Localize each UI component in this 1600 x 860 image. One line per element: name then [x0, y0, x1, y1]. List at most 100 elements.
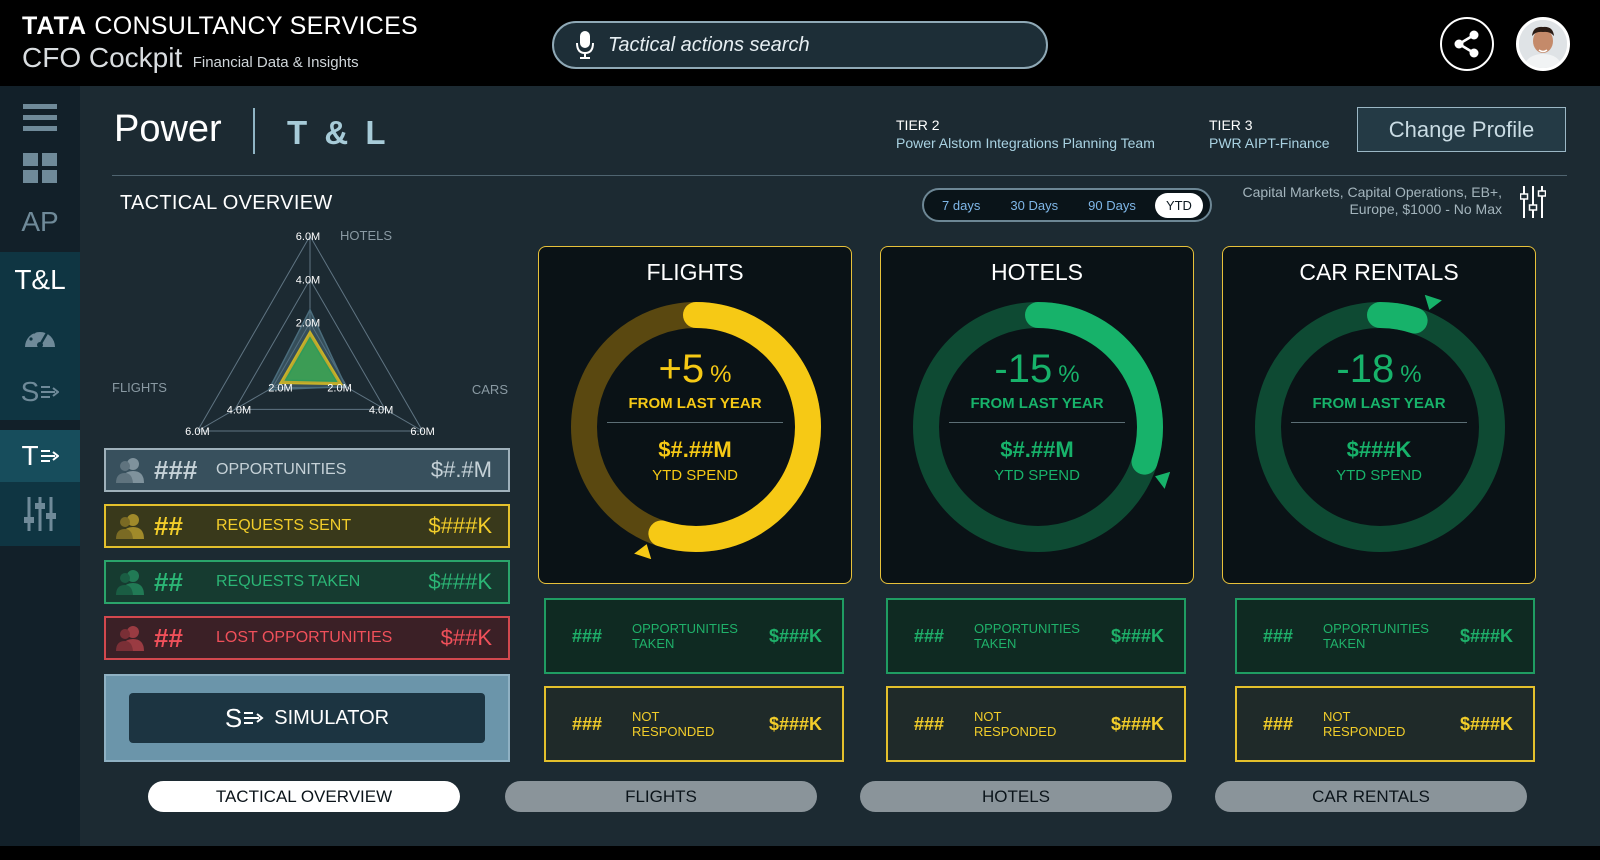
mini-label: NOT RESPONDED: [632, 709, 769, 739]
gauge-rule: [1291, 422, 1467, 423]
page-subtitle: T & L: [287, 114, 390, 151]
radar-label: FLIGHTS: [112, 380, 167, 395]
mini-label: OPPORTUNITIES TAKEN: [632, 621, 769, 651]
car-rentals-opportunities-taken[interactable]: ### OPPORTUNITIES TAKEN $###K: [1235, 598, 1535, 674]
card-flights[interactable]: FLIGHTS +5% FROM LAST YEAR $#.##M YTD SP…: [538, 246, 852, 584]
sidebar-item-ap[interactable]: AP: [0, 198, 80, 246]
tab-car-rentals[interactable]: CAR RENTALS: [1215, 781, 1527, 812]
mini-count: ###: [572, 625, 603, 646]
from-last-year: FROM LAST YEAR: [1312, 395, 1446, 412]
filter-sliders-icon[interactable]: [1520, 186, 1546, 218]
tier3-label: TIER 3: [1209, 117, 1253, 133]
main-panel: Power T & L TIER 2 Power Alstom Integrat…: [80, 86, 1600, 846]
user-icon: [116, 569, 148, 595]
sidebar-item-dashboard[interactable]: [0, 146, 80, 190]
simulator-panel: S SIMULATOR: [104, 674, 510, 762]
mini-label-line-1: NOT: [632, 709, 660, 724]
range-7-days[interactable]: 7 days: [931, 193, 991, 218]
ytd-spend-value: $###K: [1346, 437, 1412, 462]
mini-label-line-2: TAKEN: [632, 636, 675, 651]
tab-tactical-overview[interactable]: TACTICAL OVERVIEW: [148, 781, 460, 812]
range-90-days[interactable]: 90 Days: [1077, 193, 1147, 218]
stat-label: LOST OPPORTUNITIES: [216, 629, 393, 646]
radar-label: CARS: [472, 382, 508, 397]
radar-label: 6.0M: [185, 426, 209, 436]
app-subtitle: Financial Data & Insights: [192, 54, 359, 71]
flights-opportunities-taken[interactable]: ### OPPORTUNITIES TAKEN $###K: [544, 598, 844, 674]
sliders-icon: [24, 497, 56, 531]
ytd-spend-value: $#.##M: [1000, 437, 1074, 462]
active-filters: Capital Markets, Capital Operations, EB+…: [1188, 184, 1502, 218]
tab-flights[interactable]: FLIGHTS: [505, 781, 817, 812]
grid-icon: [23, 153, 57, 183]
filters-line-2: Europe, $1000 - No Max: [1349, 201, 1502, 217]
sidebar-item-simulator[interactable]: S: [0, 364, 80, 420]
hotels-not-responded[interactable]: ### NOT RESPONDED $###K: [886, 686, 1186, 762]
tactical-search[interactable]: [552, 21, 1048, 69]
mini-amount: $###K: [1459, 625, 1513, 646]
tab-hotels[interactable]: HOTELS: [860, 781, 1172, 812]
card-title: FLIGHTS: [646, 259, 744, 285]
simulator-icon: [41, 386, 60, 398]
card-hotels[interactable]: HOTELS -15% FROM LAST YEAR $#.##M YTD SP…: [880, 246, 1194, 584]
menu-icon: [23, 104, 57, 131]
mini-label-line-1: NOT: [974, 709, 1002, 724]
change-profile-button[interactable]: Change Profile: [1357, 107, 1566, 152]
simulator-label: SIMULATOR: [274, 706, 390, 729]
card-car-rentals[interactable]: CAR RENTALS -18% FROM LAST YEAR $###K YT…: [1222, 246, 1536, 584]
mini-label: OPPORTUNITIES TAKEN: [974, 621, 1111, 651]
radar-label: 6.0M: [296, 231, 320, 243]
tier3-info: TIER 3 PWR AIPT-Finance: [1209, 116, 1330, 152]
mini-label-line-1: OPPORTUNITIES: [974, 621, 1080, 636]
stat-requests-sent[interactable]: ## REQUESTS SENT $###K: [104, 504, 510, 548]
simulator-button[interactable]: S SIMULATOR: [129, 693, 485, 743]
user-avatar-icon: [1519, 20, 1567, 68]
mini-label-line-2: TAKEN: [974, 636, 1017, 651]
header-divider: [112, 175, 1567, 176]
pct-change: -15: [994, 347, 1053, 391]
microphone-icon[interactable]: [576, 30, 594, 60]
sidebar-item-tl-label: T&L: [14, 264, 66, 295]
stat-requests-taken[interactable]: ## REQUESTS TAKEN $###K: [104, 560, 510, 604]
radar-label: 4.0M: [227, 404, 251, 416]
stat-opportunities[interactable]: ### OPPORTUNITIES $#.#M: [104, 448, 510, 492]
user-avatar[interactable]: [1516, 17, 1570, 71]
flights-not-responded[interactable]: ### NOT RESPONDED $###K: [544, 686, 844, 762]
pct-change: +5: [658, 347, 705, 391]
stat-lost-opportunities[interactable]: ## LOST OPPORTUNITIES $##K: [104, 616, 510, 660]
car-rentals-not-responded[interactable]: ### NOT RESPONDED $###K: [1235, 686, 1535, 762]
ytd-spend-label: YTD SPEND: [652, 467, 738, 484]
sidebar-item-simulator-label: S: [20, 376, 40, 407]
radar-label: 6.0M: [410, 426, 434, 436]
sidebar-item-tactical[interactable]: T: [0, 430, 80, 482]
sidebar-item-ap-label: AP: [21, 206, 59, 237]
radar-label: HOTELS: [340, 228, 392, 243]
card-title: CAR RENTALS: [1299, 259, 1459, 285]
ytd-spend-value: $#.##M: [658, 437, 732, 462]
brand-company-name: CONSULTANCY SERVICES: [94, 12, 419, 40]
mini-label-line-2: TAKEN: [1323, 636, 1366, 651]
pct-symbol: %: [710, 361, 732, 388]
filters-line-1: Capital Markets, Capital Operations, EB+…: [1242, 184, 1502, 200]
pct-change: -18: [1336, 347, 1395, 391]
simulator-icon: [244, 712, 264, 724]
mini-label: NOT RESPONDED: [1323, 709, 1460, 739]
sidebar-item-gauge[interactable]: [0, 308, 80, 364]
mini-count: ###: [1263, 713, 1294, 734]
sidebar-item-settings[interactable]: [0, 482, 80, 546]
mini-amount: $###K: [768, 625, 822, 646]
search-input[interactable]: [608, 33, 1008, 57]
tier2-label: TIER 2: [896, 117, 940, 133]
range-30-days[interactable]: 30 Days: [999, 193, 1069, 218]
mini-label-line-1: NOT: [1323, 709, 1351, 724]
sidebar-item-menu[interactable]: [0, 96, 80, 140]
brand: TATA CONSULTANCY SERVICES CFO Cockpit Fi…: [22, 12, 418, 74]
mini-label-line-1: OPPORTUNITIES: [1323, 621, 1429, 636]
share-button[interactable]: [1440, 17, 1494, 71]
stat-amount: $##K: [440, 625, 492, 650]
gauge-rule: [949, 422, 1125, 423]
hotels-opportunities-taken[interactable]: ### OPPORTUNITIES TAKEN $###K: [886, 598, 1186, 674]
sidebar-item-tl[interactable]: T&L: [0, 252, 80, 308]
date-range-toggle[interactable]: 7 days 30 Days 90 Days YTD: [922, 188, 1212, 222]
tactical-radar-chart: 2.0M 2.0M 2.0M 4.0M 4.0M 4.0M 6.0M 6.0M 6.0M HOTE…: [112, 228, 508, 436]
